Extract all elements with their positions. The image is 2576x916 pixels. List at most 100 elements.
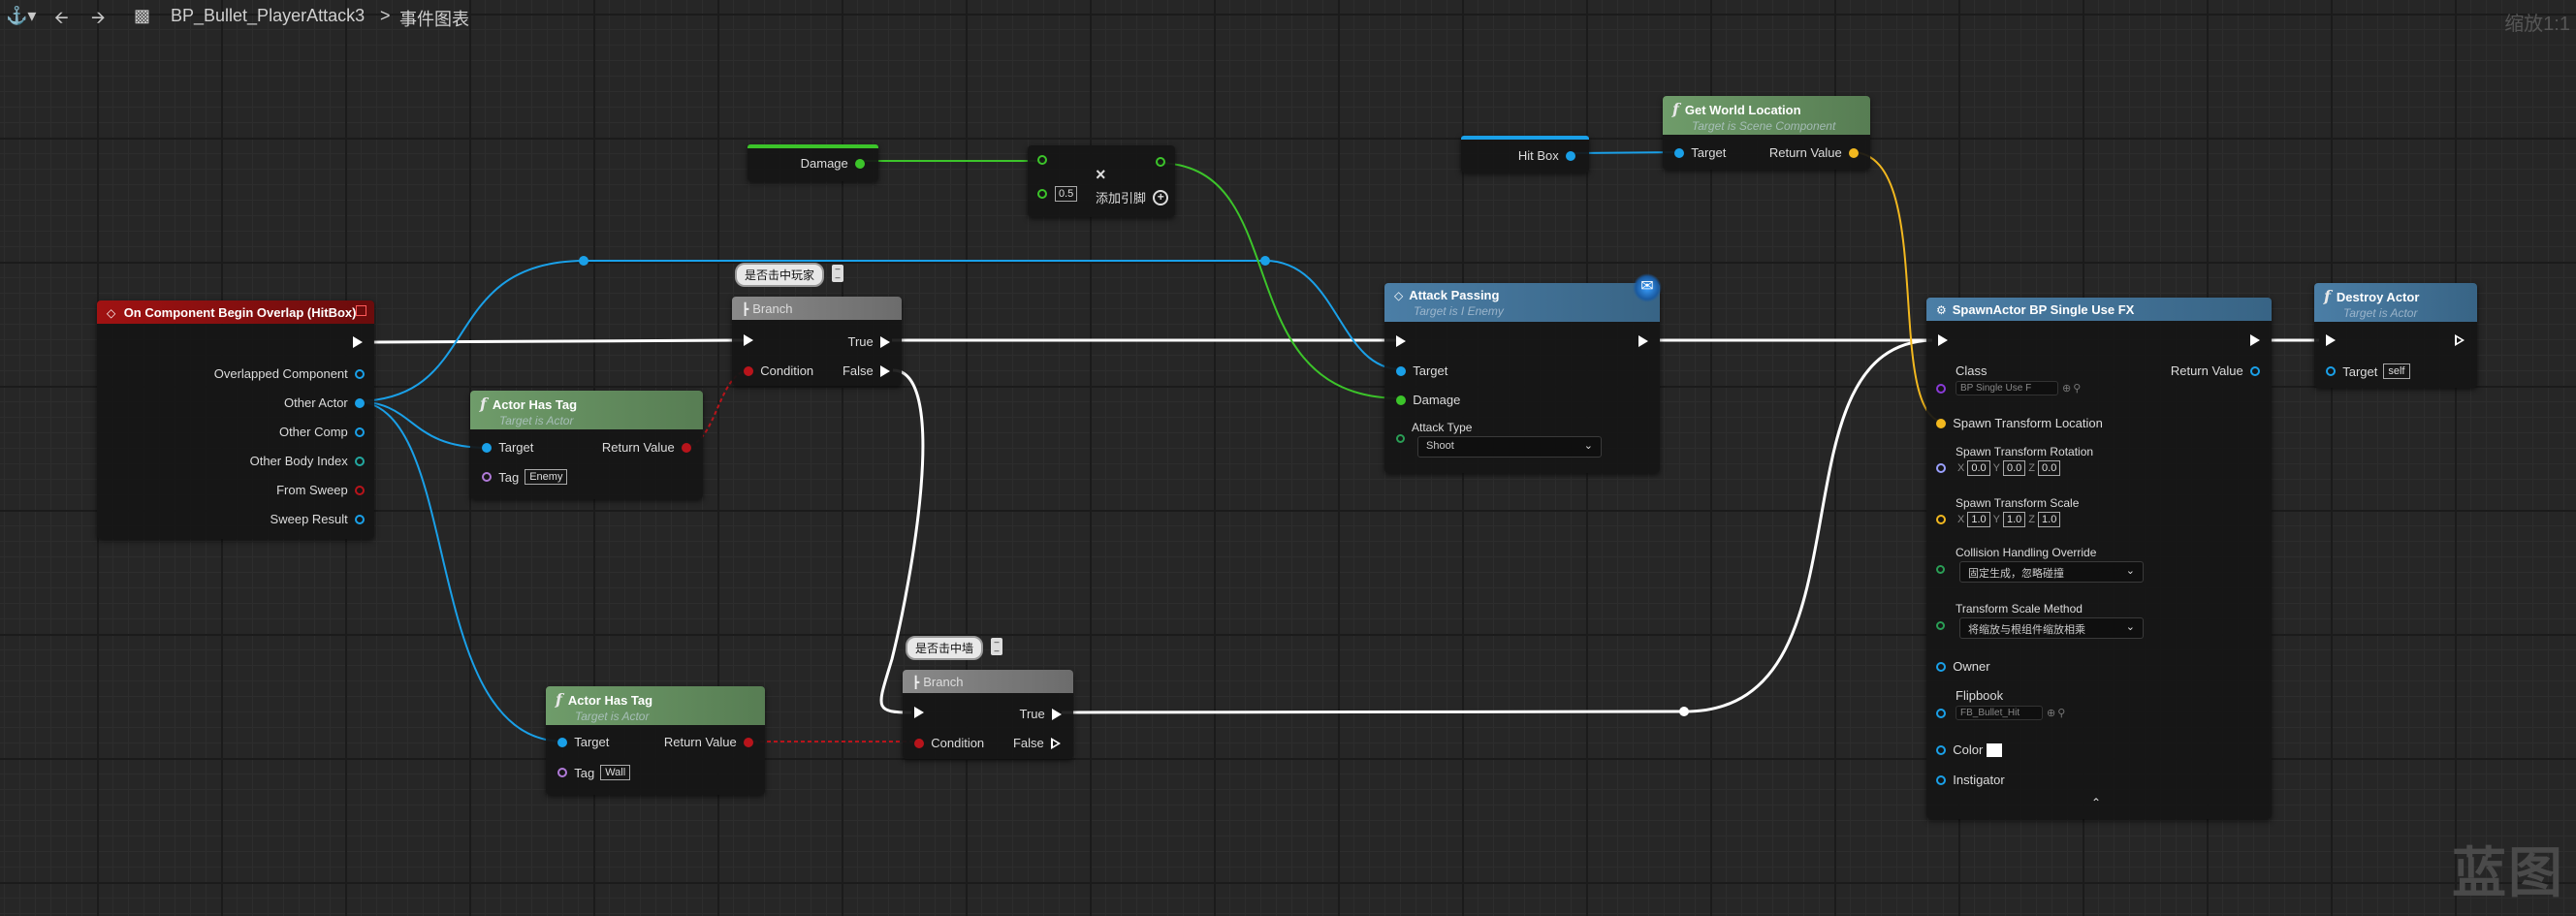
pin-instigator[interactable]: Instigator [1936, 773, 2005, 787]
exec-out-pin[interactable] [1638, 335, 1648, 347]
use-selected-icon[interactable]: ⊕ [2047, 707, 2055, 719]
pin-attack-type: Attack Type [1396, 421, 1472, 434]
pin-condition[interactable]: Condition [744, 363, 813, 378]
exec-out-pin[interactable] [353, 336, 363, 348]
rotation-x-input[interactable]: 0.0 [1967, 460, 1990, 476]
node-destroy-actor[interactable]: f Destroy Actor Target is Actor Target sel… [2314, 283, 2477, 388]
pin-label: Other Actor [284, 395, 348, 410]
pin-condition[interactable]: Condition [914, 736, 984, 750]
pin-spawn-transform-rotation[interactable]: X 0.0 Y 0.0 Z 0.0 [1936, 460, 2063, 476]
pin-hit-box[interactable]: Hit Box [1518, 148, 1575, 163]
pin-flipbook[interactable]: FB_Bullet_Hit ⊕ ⚲ [1936, 706, 2065, 720]
reroute-node[interactable] [579, 256, 588, 266]
pin-class[interactable]: BP Single Use F ⊕ ⚲ [1936, 381, 2081, 395]
scale-y-input[interactable]: 1.0 [2002, 512, 2026, 527]
chevron-down-icon: ⌄ [2125, 621, 2135, 633]
node-attack-passing[interactable]: ◇ Attack Passing Target is I Enemy ✉ Targ… [1384, 273, 1662, 473]
exec-out-pin[interactable] [2455, 334, 2465, 346]
browse-icon[interactable]: ⚲ [2057, 707, 2065, 719]
spawn-icon: ⚙ [1936, 303, 1947, 317]
pin-color[interactable]: Color [1936, 742, 2002, 757]
add-pin-button[interactable]: 添加引脚 + [1096, 188, 1169, 206]
rotation-y-input[interactable]: 0.0 [2002, 460, 2026, 476]
axis-y-label: Y [1992, 462, 2000, 474]
node-actor-has-tag-wall[interactable]: f Actor Has Tag Target is Actor Target Re… [546, 686, 765, 795]
pin-damage[interactable]: Damage [801, 156, 865, 171]
node-multiply[interactable]: 0.5 × 添加引脚 + [1028, 145, 1175, 217]
pin-output[interactable] [1156, 157, 1165, 167]
use-selected-icon[interactable]: ⊕ [2062, 382, 2071, 395]
pin-return-value[interactable]: Return Value [1769, 145, 1859, 160]
pin-return-value[interactable]: Return Value [602, 440, 691, 455]
pin-a[interactable] [1037, 155, 1047, 165]
pin-transform-scale-method[interactable] [1936, 621, 1945, 630]
attack-type-dropdown[interactable]: Shoot ⌄ [1417, 436, 1602, 458]
color-swatch[interactable] [1986, 742, 2002, 757]
pin-label: True [847, 334, 874, 349]
pin-target[interactable]: Target [482, 440, 533, 455]
interface-icon: ◇ [1394, 289, 1404, 302]
node-damage-variable[interactable]: Damage [747, 144, 878, 181]
comment-bubble[interactable]: 是否击中玩家 [735, 263, 825, 287]
exec-in-pin[interactable] [1938, 334, 1948, 346]
exec-out-pin[interactable] [2250, 334, 2260, 346]
pin-target[interactable]: Target [1674, 145, 1726, 160]
scale-z-input[interactable]: 1.0 [2038, 512, 2061, 527]
node-get-world-location[interactable]: f Get World Location Target is Scene Comp… [1663, 96, 1870, 170]
pin-true[interactable]: True [1020, 707, 1062, 721]
rotation-z-input[interactable]: 0.0 [2038, 460, 2061, 476]
value-input[interactable]: 0.5 [1055, 186, 1078, 202]
pin-return-value[interactable]: Return Value [664, 735, 753, 749]
pin-sweep-result[interactable]: Sweep Result [270, 512, 365, 526]
exec-in-pin[interactable] [1396, 335, 1406, 347]
pin-target[interactable]: Target [557, 735, 609, 749]
scale-method-dropdown[interactable]: 将缩放与根组件缩放相乘 ⌄ [1959, 617, 2144, 639]
node-branch-2[interactable]: ┣ Branch True Condition False [903, 670, 1073, 759]
exec-in-pin[interactable] [744, 334, 753, 346]
tag-input[interactable]: Enemy [525, 469, 568, 485]
pin-target[interactable]: Target [1396, 363, 1447, 378]
pin-return-value[interactable]: Return Value [2171, 363, 2260, 378]
pin-damage[interactable]: Damage [1396, 393, 1460, 407]
comment-toggle-icon[interactable]: – – [832, 265, 843, 282]
pin-label: Target [1691, 145, 1727, 160]
pin-target[interactable]: Target self [2326, 363, 2410, 379]
pin-other-actor[interactable]: Other Actor [284, 395, 365, 410]
reroute-node[interactable] [1679, 707, 1689, 716]
self-input[interactable]: self [2383, 363, 2410, 379]
class-dropdown[interactable]: BP Single Use F [1956, 381, 2058, 395]
pin-tag[interactable]: Tag Enemy [482, 469, 568, 485]
node-hitbox-variable[interactable]: Hit Box [1461, 136, 1589, 173]
collapse-advanced-chevron-icon[interactable]: ⌃ [2091, 796, 2101, 809]
browse-icon[interactable]: ⚲ [2073, 382, 2081, 395]
pin-spawn-transform-scale[interactable]: X 1.0 Y 1.0 Z 1.0 [1936, 512, 2063, 527]
collision-handling-dropdown[interactable]: 固定生成，忽略碰撞 ⌄ [1959, 561, 2144, 583]
pin-tag[interactable]: Tag Wall [557, 765, 631, 780]
pin-false[interactable]: False [843, 363, 890, 378]
node-spawn-actor[interactable]: ⚙ SpawnActor BP Single Use FX Class BP Si… [1926, 298, 2272, 819]
pin-spawn-transform-location[interactable]: Spawn Transform Location [1936, 416, 2103, 430]
pin-owner[interactable]: Owner [1936, 659, 1990, 674]
node-branch-1[interactable]: ┣ Branch True Condition False [732, 297, 902, 386]
exec-in-pin[interactable] [2326, 334, 2336, 346]
pin-attack-type-dot[interactable] [1396, 434, 1405, 443]
scale-x-input[interactable]: 1.0 [1967, 512, 1990, 527]
node-actor-has-tag-enemy[interactable]: f Actor Has Tag Target is Actor Target Re… [470, 391, 703, 499]
node-on-component-begin-overlap[interactable]: ◇ On Component Begin Overlap (HitBox) Ov… [97, 300, 374, 539]
pin-true[interactable]: True [848, 334, 890, 349]
pin-overlapped-component[interactable]: Overlapped Component [214, 366, 365, 381]
comment-bubble[interactable]: 是否击中墙 [906, 636, 984, 660]
pin-other-comp[interactable]: Other Comp [279, 425, 365, 439]
pin-collision-handling[interactable] [1936, 565, 1945, 574]
pin-from-sweep[interactable]: From Sweep [276, 483, 365, 497]
flipbook-dropdown[interactable]: FB_Bullet_Hit [1956, 706, 2043, 720]
pin-label: Other Body Index [249, 454, 348, 468]
pin-b[interactable]: 0.5 [1037, 186, 1080, 202]
function-icon: f [2324, 287, 2331, 305]
exec-in-pin[interactable] [914, 707, 924, 718]
reroute-node[interactable] [1260, 256, 1270, 266]
tag-input[interactable]: Wall [600, 765, 631, 780]
comment-toggle-icon[interactable]: – – [991, 638, 1002, 655]
pin-false[interactable]: False [1013, 736, 1062, 750]
pin-other-body-index[interactable]: Other Body Index [250, 454, 365, 468]
